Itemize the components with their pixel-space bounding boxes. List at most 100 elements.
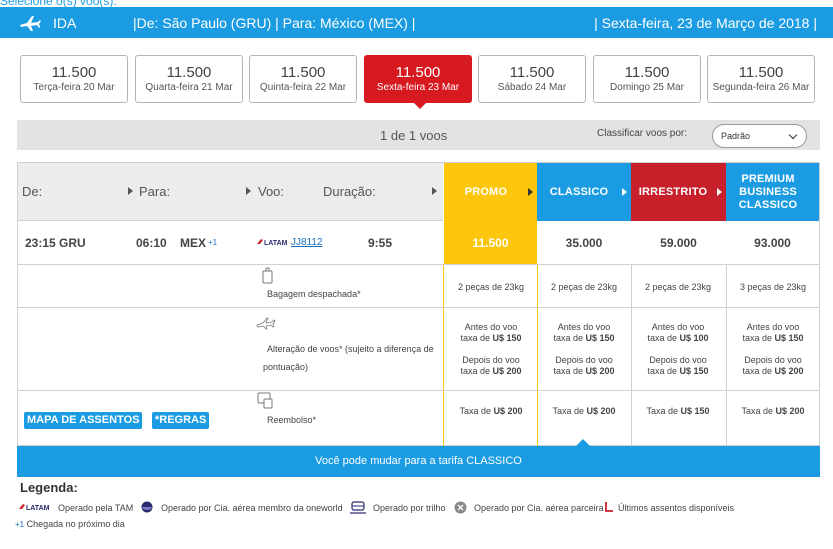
date-day: Terça-feira 20 Mar	[33, 82, 115, 93]
change-classico: Antes do voo taxa de U$ 150 Depois do vo…	[537, 322, 631, 377]
legend-train: Operado por trilho	[373, 503, 446, 513]
latam-logo-icon: LATAM	[257, 239, 288, 247]
fare-name: CLASSICO	[738, 199, 798, 211]
fee-prefix: taxa de	[553, 366, 586, 376]
banner-pointer	[576, 439, 590, 446]
fare-name: CLASSICO	[549, 186, 609, 198]
flight-number-link[interactable]: JJ8112	[291, 237, 323, 248]
header-duration: Duração:	[323, 184, 376, 199]
fare-header-premium-business-classico[interactable]: PREMIUM BUSINESS CLASSICO	[726, 163, 819, 221]
sort-arrow-icon[interactable]	[128, 187, 133, 195]
legend-partner: Operado por Cia. aérea parceira	[474, 503, 604, 513]
price-promo[interactable]: 11.500	[444, 221, 537, 264]
fare-name: IRRESTRITO	[638, 186, 708, 198]
after-flight-label: Depois do voo	[462, 355, 520, 365]
sort-label: Classificar voos por:	[597, 128, 688, 139]
date-selector: 11.500 Terça-feira 20 Mar 11.500 Quarta-…	[20, 55, 820, 109]
header-flight: Voo:	[258, 184, 285, 199]
fare-header-classico[interactable]: CLASSICO	[537, 163, 631, 221]
travel-date: | Sexta-feira, 23 de Março de 2018 |	[594, 15, 817, 31]
flight-direction-header: IDA |De: São Paulo (GRU) | Para: México …	[0, 7, 833, 38]
table-header: De: Para: Voo: Duração:	[18, 163, 443, 221]
fee-prefix: taxa de	[742, 366, 775, 376]
date-price: 11.500	[51, 64, 97, 81]
baggage-promo: 2 peças de 23kg	[457, 282, 525, 292]
before-fee: U$ 150	[774, 333, 804, 343]
fee-prefix: taxa de	[647, 366, 680, 376]
fee-prefix: Taxa de	[646, 406, 681, 416]
sort-select[interactable]: Padrão	[712, 124, 807, 148]
refund-fee: U$ 200	[493, 406, 523, 416]
date-day: Sábado 24 Mar	[497, 82, 567, 93]
before-flight-label: Antes do voo	[651, 322, 705, 332]
before-fee: U$ 150	[585, 333, 615, 343]
selected-caret	[413, 102, 427, 109]
date-day: Sexta-feira 23 Mar	[376, 82, 460, 93]
date-price: 11.500	[624, 64, 670, 81]
fare-name: PROMO	[464, 186, 508, 198]
refund-premium: Taxa de U$ 200	[726, 406, 820, 417]
direction-label: IDA	[53, 15, 77, 31]
seat-map-button[interactable]: MAPA DE ASSENTOS	[24, 412, 143, 429]
rules-button[interactable]: *REGRAS	[152, 412, 210, 429]
oneworld-icon	[141, 501, 153, 513]
date-price: 11.500	[166, 64, 212, 81]
date-card-24-mar[interactable]: 11.500 Sábado 24 Mar	[478, 55, 586, 103]
sort-arrow-icon[interactable]	[432, 187, 437, 195]
fare-header-irrestrito[interactable]: IRRESTRITO	[631, 163, 726, 221]
after-fee: U$ 200	[492, 366, 522, 376]
route-label: |De: São Paulo (GRU) | Para: México (MEX…	[133, 15, 416, 31]
before-fee: U$ 100	[679, 333, 709, 343]
refund-fee: U$ 150	[680, 406, 710, 416]
refund-icon	[257, 392, 273, 409]
before-flight-label: Antes do voo	[746, 322, 800, 332]
flight-duration: 9:55	[368, 236, 393, 250]
refund-label: Reembolso*	[267, 415, 317, 425]
price-irrestrito[interactable]: 59.000	[631, 221, 726, 264]
next-day-symbol: +1	[15, 520, 25, 529]
after-flight-label: Depois do voo	[649, 355, 707, 365]
refund-promo: Taxa de U$ 200	[444, 406, 538, 417]
date-price: 11.500	[509, 64, 555, 81]
price-premium[interactable]: 93.000	[726, 221, 819, 264]
after-fee: U$ 200	[774, 366, 804, 376]
before-flight-label: Antes do voo	[557, 322, 611, 332]
partner-airline-icon	[454, 501, 467, 514]
fee-prefix: Taxa de	[741, 406, 776, 416]
sort-arrow-icon[interactable]	[246, 187, 251, 195]
next-day-marker: +1	[208, 238, 218, 247]
after-flight-label: Depois do voo	[744, 355, 802, 365]
date-card-21-mar[interactable]: 11.500 Quarta-feira 21 Mar	[135, 55, 243, 103]
after-fee: U$ 150	[679, 366, 709, 376]
next-day-text: Chegada no próximo dia	[26, 519, 125, 529]
legend-last-seats: Últimos assentos disponíveis	[618, 503, 735, 513]
legend: LATAM Operado pela TAM Operado por Cia. …	[17, 500, 817, 516]
latam-logo-text: LATAM	[26, 505, 50, 512]
date-day: Quarta-feira 21 Mar	[145, 82, 233, 93]
change-promo: Antes do voo taxa de U$ 150 Depois do vo…	[444, 322, 538, 377]
date-card-25-mar[interactable]: 11.500 Domingo 25 Mar	[593, 55, 701, 103]
date-card-23-mar-selected[interactable]: 11.500 Sexta-feira 23 Mar	[364, 55, 472, 109]
change-label: Alteração de voos* (sujeito a diferença …	[267, 344, 434, 354]
sort-selected-value: Padrão	[721, 131, 751, 141]
fee-prefix: Taxa de	[552, 406, 587, 416]
upgrade-banner[interactable]: Você pode mudar para a tarifa CLASSICO	[17, 439, 820, 477]
date-card-20-mar[interactable]: 11.500 Terça-feira 20 Mar	[20, 55, 128, 103]
flight-row: 23:15 GRU 06:10 MEX +1 LATAM JJ8112 9:55…	[18, 221, 819, 265]
after-flight-label: Depois do voo	[555, 355, 613, 365]
arrow-right-icon	[528, 188, 533, 196]
change-label-cont: pontuação)	[263, 362, 309, 372]
before-fee: U$ 150	[492, 333, 522, 343]
fare-header-promo[interactable]: PROMO	[444, 163, 537, 221]
date-day: Domingo 25 Mar	[610, 82, 684, 93]
date-card-22-mar[interactable]: 11.500 Quinta-feira 22 Mar	[249, 55, 357, 103]
change-irrestrito: Antes do voo taxa de U$ 100 Depois do vo…	[631, 322, 725, 377]
refund-irrestrito: Taxa de U$ 150	[631, 406, 725, 417]
legend-tam: Operado pela TAM	[58, 503, 134, 513]
price-classico[interactable]: 35.000	[537, 221, 631, 264]
header-to: Para:	[139, 184, 171, 199]
baggage-icon	[262, 267, 273, 284]
arrow-right-icon	[622, 188, 627, 196]
date-card-26-mar[interactable]: 11.500 Segunda-feira 26 Mar	[707, 55, 815, 103]
baggage-irrestrito: 2 peças de 23kg	[644, 282, 712, 292]
